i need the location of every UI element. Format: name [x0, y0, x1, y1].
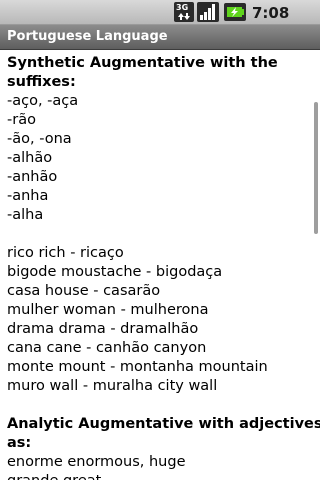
suffix-item: -alhão: [7, 150, 53, 166]
status-clock: 7:08 PM: [252, 4, 290, 44]
suffix-item: -rão: [7, 112, 36, 128]
example-item: casa house - casarão: [7, 283, 161, 299]
analytic-example-item: grande great: [7, 472, 307, 480]
example-item: muro wall - muralha city wall: [7, 378, 218, 394]
suffix-item: -anhão: [7, 169, 58, 185]
network-type-label: 3G: [176, 3, 189, 12]
example-item: rico rich - ricaço: [7, 245, 124, 261]
status-bar: 3G 7:08 PM: [0, 0, 320, 44]
example-item: drama drama - dramalhão: [7, 321, 199, 337]
signal-strength-icon: [197, 2, 219, 22]
suffix-item: -aço, -aça: [7, 93, 79, 109]
example-item: bigode moustache - bigodaça: [7, 264, 223, 280]
analytic-example-item: enorme enormous, huge: [7, 454, 186, 470]
synthetic-heading-line2: suffixes:: [7, 74, 76, 90]
suffix-item: -ão, -ona: [7, 131, 72, 147]
example-item: mulher woman - mulherona: [7, 302, 209, 318]
vertical-scrollbar[interactable]: [314, 102, 318, 234]
app-title-bar: Portuguese Language: [0, 25, 320, 50]
synthetic-heading-line1: Synthetic Augmentative with the: [7, 55, 278, 71]
app-title: Portuguese Language: [7, 29, 168, 44]
3g-data-icon: 3G: [174, 2, 194, 22]
analytic-heading-line1: Analytic Augmentative with adjectives: [7, 416, 320, 432]
data-activity-arrows-icon: [178, 13, 190, 20]
article-text: Synthetic Augmentative with the suffixes…: [7, 54, 320, 480]
battery-charging-icon: [224, 3, 246, 21]
content-scroll-area[interactable]: Synthetic Augmentative with the suffixes…: [0, 50, 320, 480]
suffix-item: -anha: [7, 188, 49, 204]
analytic-heading-line2: as:: [7, 435, 32, 451]
example-item: monte mount - montanha mountain: [7, 359, 268, 375]
screen: 3G 7:08 PM Portuguese Language: [0, 0, 320, 480]
example-item: cana cane - canhão canyon: [7, 340, 207, 356]
suffix-item: -alha: [7, 207, 44, 223]
